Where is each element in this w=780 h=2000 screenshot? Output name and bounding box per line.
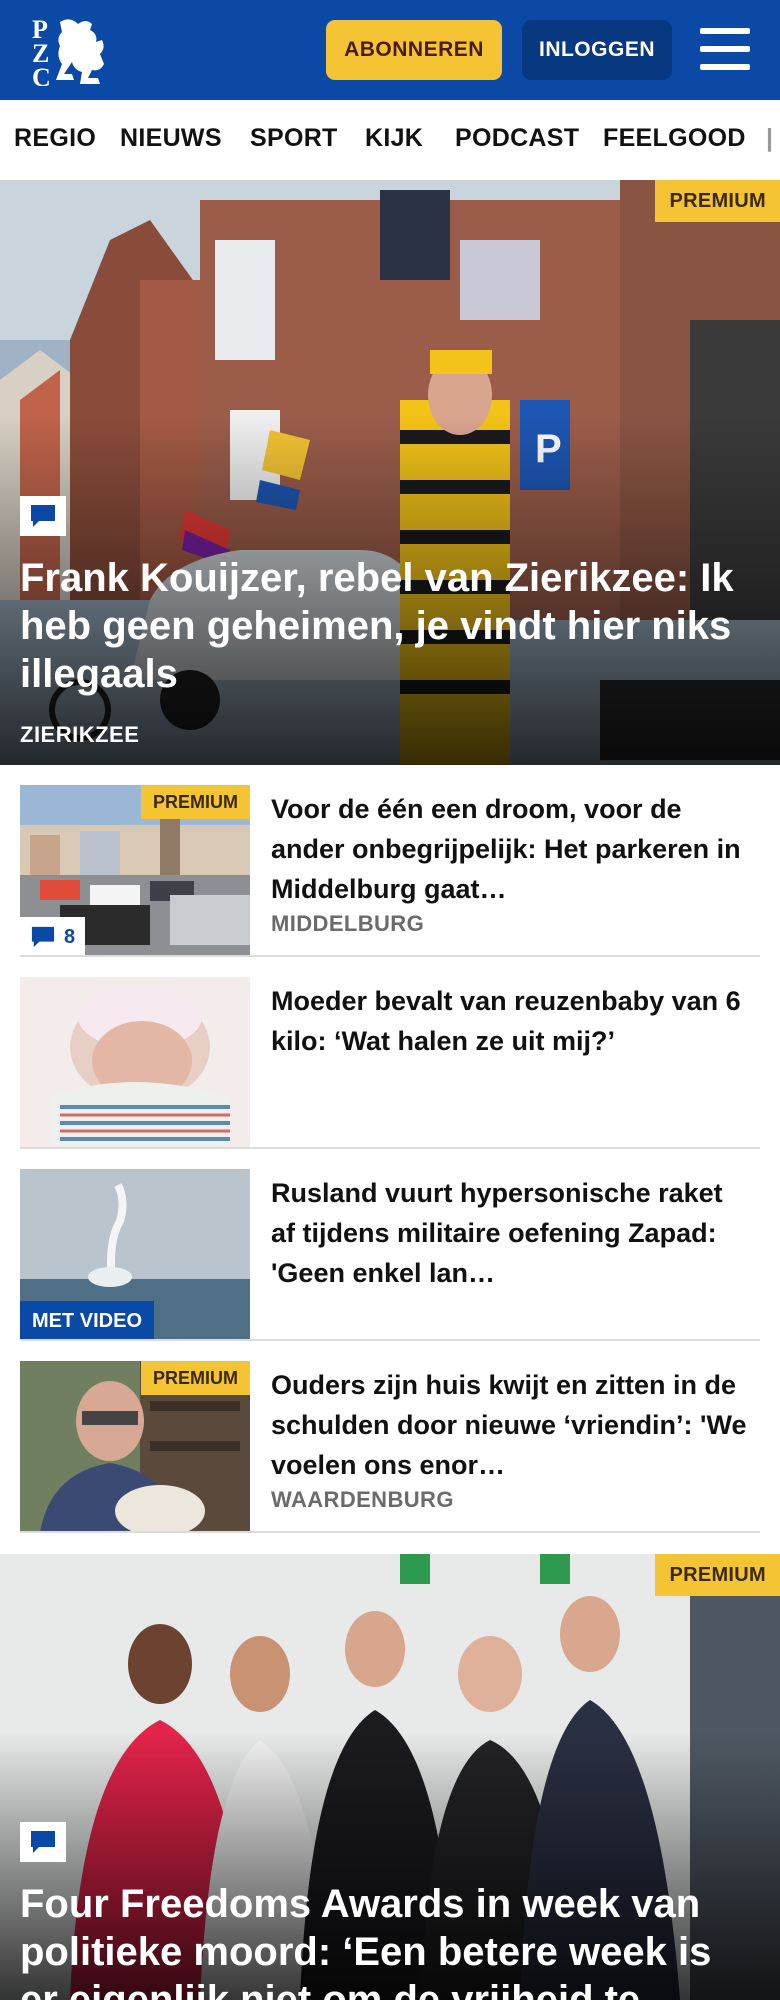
- list-item[interactable]: PREMIUM 8 Voor de één een droom, voor de…: [20, 785, 760, 957]
- article-thumbnail: PREMIUM 8: [20, 785, 250, 957]
- divider: [20, 955, 760, 957]
- nav-overflow-indicator: |: [766, 124, 774, 152]
- premium-badge: PREMIUM: [141, 785, 250, 819]
- nav-item-regio[interactable]: REGIO: [14, 124, 96, 153]
- nav-item-kijk[interactable]: KIJK: [365, 124, 423, 153]
- nav-item-nieuws[interactable]: NIEUWS: [120, 124, 222, 153]
- premium-badge: PREMIUM: [655, 1554, 780, 1596]
- divider: [20, 1147, 760, 1149]
- article-title[interactable]: Voor de één een droom, voor de ander onb…: [271, 789, 751, 909]
- article-thumbnail: [20, 977, 250, 1149]
- comment-count: 8: [20, 917, 86, 957]
- article-title[interactable]: Rusland vuurt hypersonische raket af tij…: [271, 1173, 751, 1293]
- nav-item-sport[interactable]: SPORT: [250, 124, 338, 153]
- hero-title[interactable]: Four Freedoms Awards in week van politie…: [20, 1880, 760, 2000]
- top-header: P Z C ABONNEREN INLOGGEN: [0, 0, 780, 100]
- article-thumbnail: MET VIDEO: [20, 1169, 250, 1341]
- hamburger-icon[interactable]: [700, 26, 752, 72]
- login-button[interactable]: INLOGGEN: [522, 20, 672, 80]
- hero-article[interactable]: PREMIUM Four Freedoms Awards in week van…: [0, 1554, 780, 2000]
- premium-badge: PREMIUM: [141, 1361, 250, 1395]
- subscribe-button[interactable]: ABONNEREN: [326, 20, 502, 80]
- premium-badge: PREMIUM: [655, 180, 780, 222]
- list-item[interactable]: Moeder bevalt van reuzenbaby van 6 kilo:…: [20, 977, 760, 1149]
- divider: [20, 1339, 760, 1341]
- nav-item-podcast[interactable]: PODCAST: [455, 124, 579, 153]
- hero-location: ZIERIKZEE: [20, 722, 140, 747]
- video-badge: MET VIDEO: [20, 1301, 155, 1341]
- divider: [20, 1531, 760, 1533]
- list-item[interactable]: PREMIUM Ouders zijn huis kwijt en zitten…: [20, 1361, 760, 1533]
- comment-icon: [20, 496, 66, 536]
- article-thumbnail: PREMIUM: [20, 1361, 250, 1533]
- section-nav: REGIO NIEUWS SPORT KIJK PODCAST FEELGOOD…: [0, 100, 780, 180]
- svg-text:C: C: [32, 63, 51, 86]
- pzc-logo[interactable]: P Z C: [30, 14, 112, 92]
- comment-icon: [31, 926, 55, 948]
- article-location: MIDDELBURG: [271, 911, 425, 936]
- article-location: WAARDENBURG: [271, 1487, 454, 1512]
- nav-item-feelgood[interactable]: FEELGOOD: [603, 124, 746, 153]
- comment-icon: [20, 1822, 66, 1862]
- hero-article[interactable]: P PREMIUM Fra: [0, 180, 780, 765]
- article-title[interactable]: Moeder bevalt van reuzenbaby van 6 kilo:…: [271, 981, 751, 1061]
- hero-title[interactable]: Frank Kouijzer, rebel van Zierikzee: Ik …: [20, 554, 760, 698]
- article-title[interactable]: Ouders zijn huis kwijt en zitten in de s…: [271, 1365, 751, 1485]
- comment-count-value: 8: [64, 925, 76, 948]
- list-item[interactable]: MET VIDEO Rusland vuurt hypersonische ra…: [20, 1169, 760, 1341]
